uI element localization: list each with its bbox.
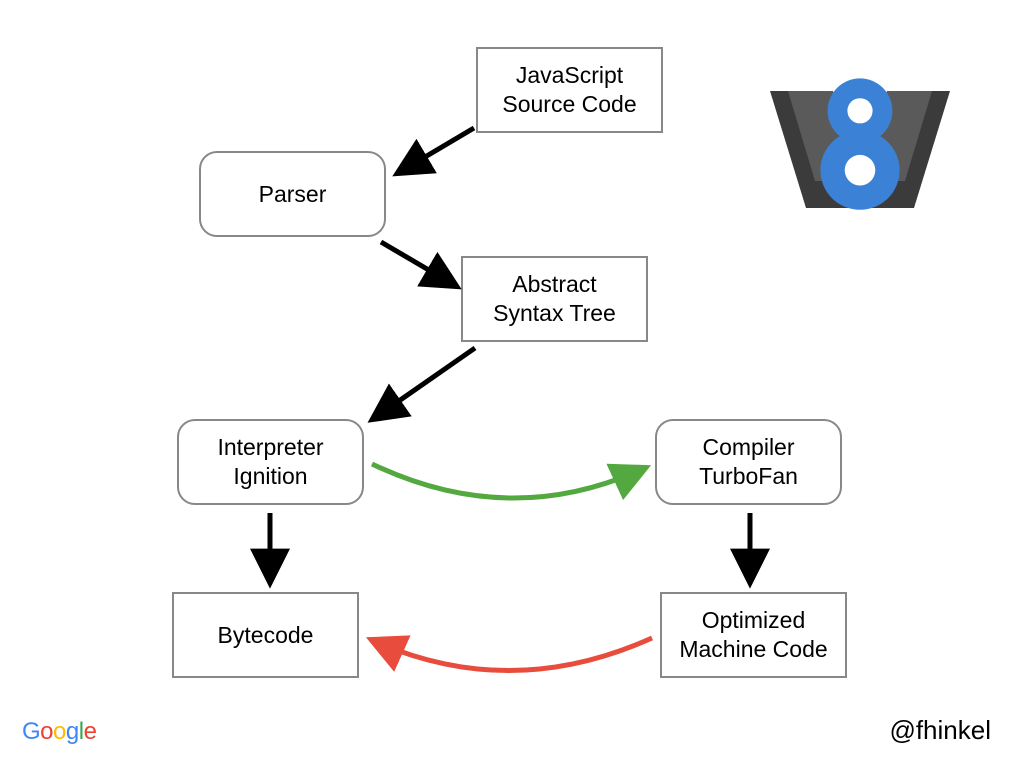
node-source-label: JavaScriptSource Code xyxy=(502,61,636,119)
node-optimized: OptimizedMachine Code xyxy=(660,592,847,678)
node-source: JavaScriptSource Code xyxy=(476,47,663,133)
author-handle: @fhinkel xyxy=(889,715,991,746)
arrow-source-to-parser xyxy=(398,128,474,173)
arrow-parser-to-ast xyxy=(381,242,456,286)
google-letter-2: o xyxy=(53,718,66,746)
node-interpreter-label: InterpreterIgnition xyxy=(217,433,323,491)
node-bytecode: Bytecode xyxy=(172,592,359,678)
google-letter-5: e xyxy=(84,718,97,746)
arrow-interpreter-to-compiler xyxy=(372,464,645,498)
arrow-optimized-to-bytecode xyxy=(372,638,652,671)
arrow-ast-to-interpreter xyxy=(373,348,475,419)
node-parser-label: Parser xyxy=(259,180,327,209)
google-letter-3: g xyxy=(66,718,79,746)
diagram-canvas: JavaScriptSource Code Parser AbstractSyn… xyxy=(0,0,1019,764)
node-parser: Parser xyxy=(199,151,386,237)
google-logo: Google xyxy=(22,718,96,746)
node-bytecode-label: Bytecode xyxy=(218,621,314,650)
v8-logo-icon xyxy=(770,55,950,235)
node-compiler-label: CompilerTurboFan xyxy=(699,433,798,491)
node-ast: AbstractSyntax Tree xyxy=(461,256,648,342)
node-interpreter: InterpreterIgnition xyxy=(177,419,364,505)
google-letter-0: G xyxy=(22,718,40,746)
node-ast-label: AbstractSyntax Tree xyxy=(493,270,616,328)
google-letter-1: o xyxy=(40,718,53,746)
node-optimized-label: OptimizedMachine Code xyxy=(679,606,827,664)
node-compiler: CompilerTurboFan xyxy=(655,419,842,505)
